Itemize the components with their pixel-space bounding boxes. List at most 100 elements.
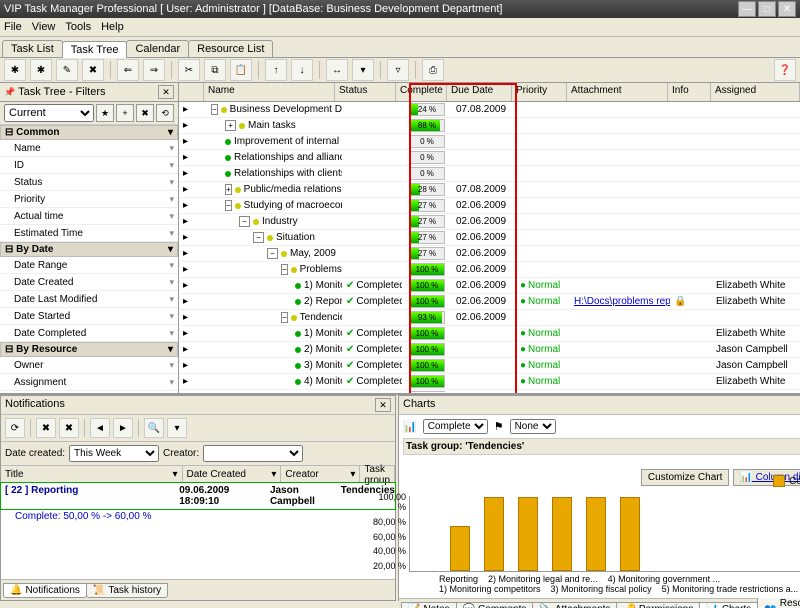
expander-icon[interactable]: − — [281, 312, 288, 323]
ctab-permissions[interactable]: 🔑 Permissions — [616, 602, 700, 608]
filter-item[interactable]: Status▾ — [0, 174, 178, 191]
filter-clear-icon[interactable]: ⟲ — [156, 104, 174, 122]
tool-dropdown-icon[interactable]: ▾ — [352, 59, 374, 81]
filter-add-icon[interactable]: + — [116, 104, 134, 122]
tool-new2-icon[interactable]: ✱ — [30, 59, 52, 81]
filter-item[interactable]: Date Completed▾ — [0, 325, 178, 342]
tree-row[interactable]: ▸−Business Development Dep.24 %07.08.200… — [179, 102, 800, 118]
tool-indent-icon[interactable]: ⇐ — [117, 59, 139, 81]
nh-title[interactable]: Title — [5, 469, 24, 480]
tool-paste-icon[interactable]: 📋 — [230, 59, 252, 81]
tool-attach-icon[interactable]: ❓ — [774, 59, 796, 81]
notif-refresh-icon[interactable]: ⟳ — [5, 418, 25, 438]
tool-cut-icon[interactable]: ✂ — [178, 59, 200, 81]
menu-file[interactable]: File — [4, 21, 22, 33]
filter-current-select[interactable]: Current — [4, 104, 94, 122]
ctab-charts[interactable]: 📊 Charts — [699, 602, 758, 608]
tree-row[interactable]: ▸−May, 200927 %02.06.2009 — [179, 246, 800, 262]
tab-task-list[interactable]: Task List — [2, 40, 63, 57]
filter-item[interactable]: ID▾ — [0, 157, 178, 174]
filter-group-common[interactable]: ⊟ Common▾ — [0, 125, 178, 140]
ctab-comments[interactable]: 💬 Comments — [456, 602, 534, 608]
filter-panel-close[interactable]: ✕ — [158, 85, 174, 99]
tab-task-tree[interactable]: Task Tree — [62, 41, 128, 58]
filter-group-byresource[interactable]: ⊟ By Resource▾ — [0, 342, 178, 357]
maximize-button[interactable]: □ — [758, 1, 776, 17]
menu-tools[interactable]: Tools — [65, 21, 91, 33]
chart-metric-select[interactable]: Complete — [423, 419, 488, 434]
menu-help[interactable]: Help — [101, 21, 124, 33]
filter-item[interactable]: Estimated Time▾ — [0, 225, 178, 242]
expander-icon[interactable]: + — [225, 120, 236, 131]
expander-icon[interactable]: − — [281, 264, 288, 275]
filter-item[interactable]: Date Last Modified▾ — [0, 291, 178, 308]
tree-row[interactable]: ▸−Tendencies93 %02.06.2009 — [179, 310, 800, 326]
tree-row[interactable]: ▸1) Monitoring competitors✔Completed100 … — [179, 326, 800, 342]
filter-item[interactable]: Assignment▾ — [0, 374, 178, 391]
tree-row[interactable]: ▸Improvement of internal operations by d… — [179, 134, 800, 150]
tab-resource-list[interactable]: Resource List — [188, 40, 273, 57]
expander-icon[interactable]: − — [253, 232, 264, 243]
creator-select[interactable] — [203, 445, 303, 462]
tree-row[interactable]: ▸−Problems100 %02.06.2009 — [179, 262, 800, 278]
tree-row[interactable]: ▸2) Monitoring legal and regulatory fram… — [179, 342, 800, 358]
tree-row[interactable]: ▸+Main tasks88 % — [179, 118, 800, 134]
col-due[interactable]: Due Date — [447, 83, 512, 101]
tool-up-icon[interactable]: ↑ — [265, 59, 287, 81]
col-attachment[interactable]: Attachment — [567, 83, 668, 101]
tab-calendar[interactable]: Calendar — [126, 40, 189, 57]
tree-row[interactable]: ▸3) Monitoring fiscal policy✔Completed10… — [179, 358, 800, 374]
btab-task-history[interactable]: 📜 Task history — [86, 583, 168, 598]
tree-row[interactable]: ▸1) Monitoring✔Completed100 %02.06.2009N… — [179, 278, 800, 294]
notif-right-icon[interactable]: ► — [113, 418, 133, 438]
tool-edit-icon[interactable]: ✎ — [56, 59, 78, 81]
col-assigned[interactable]: Assigned — [711, 83, 800, 101]
expander-icon[interactable]: − — [267, 248, 278, 259]
col-info[interactable]: Info — [668, 83, 711, 101]
tool-down-icon[interactable]: ↓ — [291, 59, 313, 81]
notification-row[interactable]: [ 22 ] Reporting 09.06.2009 18:09:10 Jas… — [0, 482, 396, 510]
filter-item[interactable]: Date Started▾ — [0, 308, 178, 325]
tree-row[interactable]: ▸−Situation27 %02.06.2009 — [179, 230, 800, 246]
tree-row[interactable]: ▸−Studying of macroeconomic factors27 %0… — [179, 198, 800, 214]
expander-icon[interactable]: − — [211, 104, 218, 115]
close-button[interactable]: ✕ — [778, 1, 796, 17]
expander-icon[interactable]: − — [225, 200, 232, 211]
tree-row[interactable]: ▸2) Reporting✔Completed100 %02.06.2009No… — [179, 294, 800, 310]
tool-new-icon[interactable]: ✱ — [4, 59, 26, 81]
tool-filter-icon[interactable]: ▿ — [387, 59, 409, 81]
ctab-attachments[interactable]: 📎 Attachments — [532, 602, 617, 608]
tool-delete-icon[interactable]: ✖ — [82, 59, 104, 81]
filter-item[interactable]: Date Range▾ — [0, 257, 178, 274]
nh-creator[interactable]: Creator — [285, 469, 318, 480]
notif-find-icon[interactable]: 🔍 — [144, 418, 164, 438]
tool-outdent-icon[interactable]: ⇒ — [143, 59, 165, 81]
expander-icon[interactable]: − — [239, 216, 250, 227]
notif-filter-icon[interactable]: ▾ — [167, 418, 187, 438]
tool-copy-icon[interactable]: ⧉ — [204, 59, 226, 81]
filter-item[interactable]: Actual time▾ — [0, 208, 178, 225]
filter-item[interactable]: Owner▾ — [0, 357, 178, 374]
ctab-notes[interactable]: 📝 Notes — [401, 602, 457, 608]
col-complete[interactable]: Complete — [396, 83, 447, 101]
tree-row[interactable]: ▸+Public/media relations28 %07.08.2009 — [179, 182, 800, 198]
tree-row[interactable]: ▸4) Monitoring government international … — [179, 374, 800, 390]
attachment-link[interactable]: H:\Docs\problems report.doc — [574, 296, 670, 307]
filter-item[interactable]: Date Created▾ — [0, 274, 178, 291]
menu-view[interactable]: View — [32, 21, 56, 33]
col-name[interactable]: Name — [204, 83, 335, 101]
notif-del-icon[interactable]: ✖ — [36, 418, 56, 438]
nh-created[interactable]: Date Created — [187, 469, 246, 480]
btab-notifications[interactable]: 🔔 Notifications — [3, 583, 87, 598]
tool-expand-icon[interactable]: ↔ — [326, 59, 348, 81]
notif-left-icon[interactable]: ◄ — [90, 418, 110, 438]
minimize-button[interactable]: — — [738, 1, 756, 17]
filter-group-bydate[interactable]: ⊟ By Date▾ — [0, 242, 178, 257]
filter-item[interactable]: Name▾ — [0, 140, 178, 157]
notifications-close[interactable]: ✕ — [375, 398, 391, 412]
chart-filter-select[interactable]: None — [510, 419, 556, 434]
notif-delall-icon[interactable]: ✖ — [59, 418, 79, 438]
filter-save-icon[interactable]: ★ — [96, 104, 114, 122]
filter-item[interactable]: Priority▾ — [0, 191, 178, 208]
expander-icon[interactable]: + — [225, 184, 232, 195]
